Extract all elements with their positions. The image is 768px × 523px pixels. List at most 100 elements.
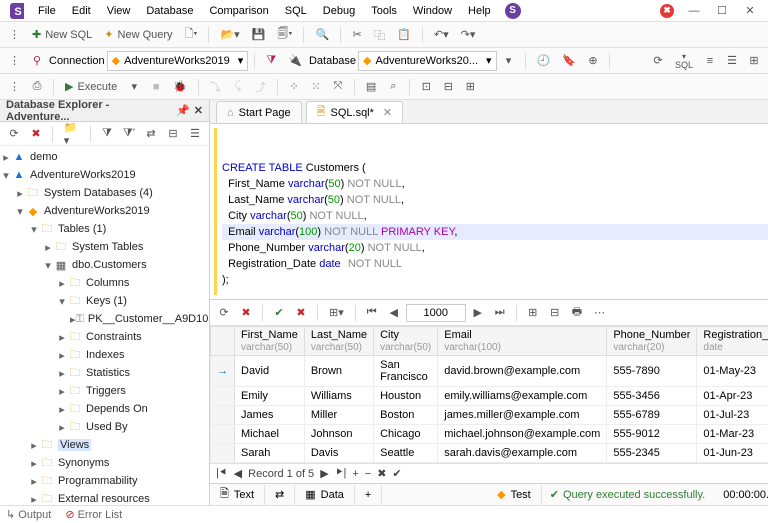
exec-opt-button[interactable]: ⎙ bbox=[27, 77, 47, 97]
sql-mode-button[interactable]: ▾SQL bbox=[670, 51, 698, 71]
layout-1-button[interactable]: ≡ bbox=[700, 51, 720, 71]
cell[interactable]: 555-9012 bbox=[607, 425, 697, 444]
cell[interactable]: David bbox=[235, 356, 305, 387]
tree-node[interactable]: External resources bbox=[58, 493, 150, 505]
cell[interactable]: 555-7890 bbox=[607, 356, 697, 387]
cell[interactable]: emily.williams@example.com bbox=[438, 387, 607, 406]
export-button[interactable]: ⊞ bbox=[523, 303, 543, 323]
copy-button[interactable]: ⿻ bbox=[369, 25, 390, 45]
dropdown-1-button[interactable]: 🗋▾ bbox=[180, 25, 203, 45]
cell[interactable]: 01-Apr-23 bbox=[697, 387, 768, 406]
db-opt-1-button[interactable]: ▾ bbox=[499, 51, 519, 71]
notification-badge-icon[interactable]: ✖ bbox=[660, 4, 674, 18]
tree-node[interactable]: Statistics bbox=[86, 367, 130, 379]
cell[interactable]: Johnson bbox=[304, 425, 373, 444]
window-close-button[interactable]: ✕ bbox=[736, 2, 764, 20]
prev-page-button[interactable]: ◀ bbox=[384, 303, 404, 323]
column-header[interactable]: Emailvarchar(100) bbox=[438, 327, 607, 356]
cell[interactable]: Williams bbox=[304, 387, 373, 406]
paste-button[interactable]: 📋 bbox=[392, 25, 416, 45]
filter-icon[interactable]: ⧩ bbox=[261, 51, 281, 71]
layout-2-button[interactable]: ☰ bbox=[722, 51, 742, 71]
tree-node[interactable]: System Databases (4) bbox=[44, 187, 153, 199]
add-record-button[interactable]: + bbox=[352, 468, 358, 480]
layout-3-button[interactable]: ⊞ bbox=[744, 51, 764, 71]
misc-2-button[interactable]: ⊟ bbox=[438, 77, 458, 97]
tree-node[interactable]: System Tables bbox=[72, 241, 143, 253]
rollback-button[interactable]: ✖ bbox=[291, 303, 311, 323]
filter-tree-button[interactable]: ⧩ bbox=[97, 124, 117, 144]
first-record-button[interactable]: |⯇ bbox=[216, 467, 228, 480]
cell[interactable]: 555-6789 bbox=[607, 406, 697, 425]
delete-record-button[interactable]: − bbox=[365, 468, 371, 480]
tree-node[interactable]: Used By bbox=[86, 421, 128, 433]
new-sql-button[interactable]: ✚New SQL bbox=[27, 25, 97, 45]
cell[interactable]: San Francisco bbox=[374, 356, 438, 387]
last-page-button[interactable]: ⏭ bbox=[490, 303, 510, 323]
explorer-tree[interactable]: ▸▲demo ▾▲AdventureWorks2019 ▸🗀System Dat… bbox=[0, 146, 209, 505]
pin-icon[interactable]: 📌 bbox=[176, 104, 190, 117]
misc-1-button[interactable]: ⊡ bbox=[416, 77, 436, 97]
cell[interactable]: Chicago bbox=[374, 425, 438, 444]
prev-record-button[interactable]: ◀ bbox=[234, 467, 242, 480]
new-folder-button[interactable]: 📁▾ bbox=[59, 124, 84, 144]
cell[interactable]: Michael bbox=[235, 425, 305, 444]
db-plug-icon[interactable]: 🔌 bbox=[283, 51, 307, 71]
table-row[interactable]: SarahDavisSeattlesarah.davis@example.com… bbox=[211, 444, 768, 463]
connection-combo[interactable]: ◆ AdventureWorks2019▾ bbox=[107, 51, 249, 71]
search-button[interactable]: 🔍 bbox=[310, 25, 334, 45]
collapse-icon[interactable]: ▾ bbox=[0, 169, 12, 182]
undo-button[interactable]: ↶▾ bbox=[429, 25, 454, 45]
data-view-tab[interactable]: ▦Data bbox=[295, 485, 355, 505]
cell[interactable]: 01-Jul-23 bbox=[697, 406, 768, 425]
cell[interactable]: 01-May-23 bbox=[697, 356, 768, 387]
props-button[interactable]: ☰ bbox=[185, 124, 205, 144]
sync-button[interactable]: ⇄ bbox=[141, 124, 161, 144]
cell[interactable]: david.brown@example.com bbox=[438, 356, 607, 387]
next-record-button[interactable]: ▶ bbox=[320, 467, 328, 480]
options-button[interactable]: ⋯ bbox=[589, 303, 610, 323]
error-list-tab[interactable]: ⊘ Error List bbox=[65, 508, 122, 521]
next-page-button[interactable]: ▶ bbox=[468, 303, 488, 323]
tree-node[interactable]: Tables (1) bbox=[58, 223, 106, 235]
table-row[interactable]: MichaelJohnsonChicagomichael.johnson@exa… bbox=[211, 425, 768, 444]
new-conn-button[interactable]: ⊕ bbox=[583, 51, 603, 71]
menu-debug[interactable]: Debug bbox=[315, 3, 363, 19]
tree-node-pk[interactable]: PK__Customer__A9D105... bbox=[88, 313, 209, 325]
cell[interactable]: Boston bbox=[374, 406, 438, 425]
step-over-button[interactable]: ⤵ bbox=[205, 77, 226, 97]
tree-node-dbo-customers[interactable]: dbo.Customers bbox=[72, 259, 147, 271]
sql-editor[interactable]: CREATE TABLE Customers ( First_Name varc… bbox=[210, 124, 768, 300]
split-view-button[interactable]: ⇄ bbox=[265, 485, 295, 505]
cut-button[interactable]: ✂ bbox=[347, 25, 367, 45]
refresh-tree-button[interactable]: ⟳ bbox=[4, 124, 24, 144]
window-maximize-button[interactable]: ☐ bbox=[708, 2, 736, 20]
open-button[interactable]: 📂▾ bbox=[215, 25, 244, 45]
test-button[interactable]: ◆Test bbox=[487, 485, 542, 505]
execute-button[interactable]: ▶Execute bbox=[60, 77, 122, 97]
tab-sql-file[interactable]: 🗎SQL.sql*✕ bbox=[306, 101, 404, 123]
text-view-tab[interactable]: 🗎Text bbox=[210, 485, 265, 505]
expand-icon[interactable]: ▸ bbox=[0, 151, 12, 164]
tree-node[interactable]: AdventureWorks2019 bbox=[44, 205, 150, 217]
refresh-grid-button[interactable]: ⟳ bbox=[214, 303, 234, 323]
print-button[interactable]: 🖶 bbox=[567, 303, 587, 323]
column-header[interactable]: Registration_Datedate bbox=[697, 327, 768, 356]
menu-edit[interactable]: Edit bbox=[64, 3, 99, 19]
column-header[interactable]: Phone_Numbervarchar(20) bbox=[607, 327, 697, 356]
tree-node[interactable]: Depends On bbox=[86, 403, 148, 415]
save-button[interactable]: 💾 bbox=[247, 25, 271, 45]
tree-node-demo[interactable]: demo bbox=[30, 151, 58, 163]
tree-node[interactable]: Constraints bbox=[86, 331, 142, 343]
menu-sql[interactable]: SQL bbox=[277, 3, 315, 19]
column-header[interactable]: Last_Namevarchar(50) bbox=[304, 327, 373, 356]
output-tab[interactable]: ↳ Output bbox=[6, 508, 51, 521]
tab-start-page[interactable]: ⌂Start Page bbox=[216, 101, 302, 123]
menu-comparison[interactable]: Comparison bbox=[201, 3, 276, 19]
cell[interactable]: Davis bbox=[304, 444, 373, 463]
column-header[interactable]: First_Namevarchar(50) bbox=[235, 327, 305, 356]
refresh-button[interactable]: ⟳ bbox=[648, 51, 668, 71]
tree-node[interactable]: Programmability bbox=[58, 475, 137, 487]
table-row[interactable]: EmilyWilliamsHoustonemily.williams@examp… bbox=[211, 387, 768, 406]
menu-file[interactable]: File bbox=[30, 3, 64, 19]
